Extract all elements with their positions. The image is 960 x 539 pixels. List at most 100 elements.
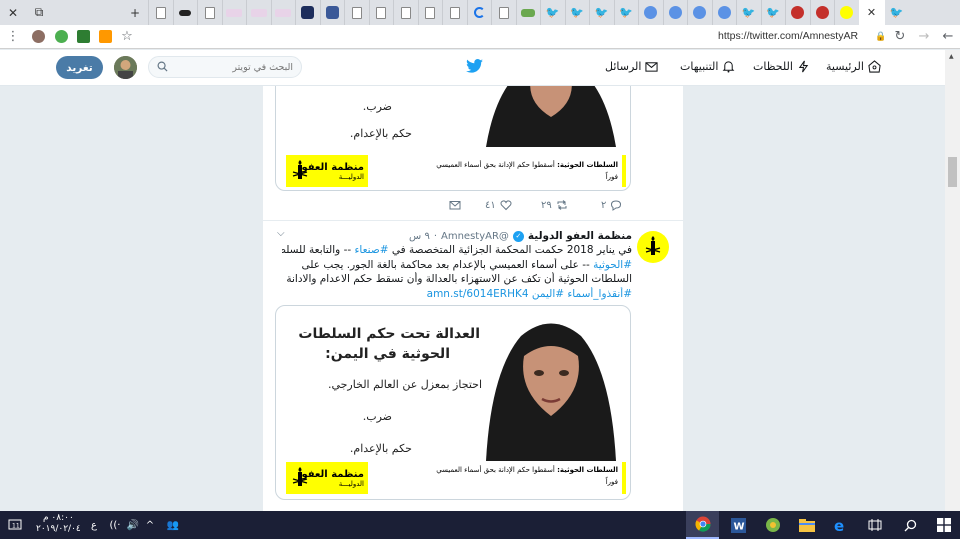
tab[interactable] bbox=[687, 0, 712, 25]
nav-home[interactable]: الرئيسية bbox=[826, 60, 881, 73]
tab[interactable] bbox=[319, 0, 345, 25]
volume-icon[interactable]: 🔊 bbox=[124, 511, 142, 539]
active-tab-close-button[interactable]: ✕ bbox=[858, 0, 885, 25]
tweet-media-card[interactable]: ضرب. حكم بالإعدام. منظمة العفو الدوليـــ… bbox=[275, 86, 631, 191]
scrollbar-thumb[interactable] bbox=[948, 157, 957, 187]
new-tab-button[interactable]: + bbox=[122, 0, 148, 25]
page-icon bbox=[498, 6, 509, 19]
tab[interactable] bbox=[344, 0, 369, 25]
notification-icon[interactable]: 11 bbox=[0, 511, 30, 539]
tab[interactable] bbox=[172, 0, 198, 25]
taskbar-explorer[interactable] bbox=[790, 511, 823, 539]
extension-icon[interactable] bbox=[72, 25, 94, 49]
hashtag-link[interactable]: #صنعاء bbox=[354, 244, 388, 256]
tweet-media-card[interactable]: العدالة تحت حكم السلطات الحوثية في اليمن… bbox=[275, 305, 631, 500]
menu-icon[interactable]: ⋮ bbox=[0, 25, 26, 49]
tab[interactable] bbox=[491, 0, 516, 25]
taskbar-app[interactable] bbox=[756, 511, 789, 539]
card-line-2: ضرب. bbox=[362, 410, 392, 423]
chevron-up-icon[interactable]: ^ bbox=[142, 511, 158, 539]
tweet-author-handle[interactable]: @AmnestyAR bbox=[441, 231, 509, 242]
page-icon bbox=[425, 6, 436, 19]
search-box[interactable] bbox=[148, 56, 302, 78]
back-icon[interactable]: ← bbox=[936, 25, 960, 49]
envelope-icon bbox=[449, 201, 461, 210]
taskbar-clock[interactable]: ٠٨:٠٠ م ٢٠١٩/٠٢/٠٤ bbox=[36, 513, 81, 535]
tab[interactable] bbox=[711, 0, 737, 25]
like-action[interactable]: ٤١ bbox=[485, 199, 512, 211]
nav-notifications[interactable]: التنبيهات bbox=[680, 60, 735, 73]
tab[interactable] bbox=[417, 0, 443, 25]
input-language[interactable]: ع bbox=[86, 511, 102, 539]
window-restore-button[interactable]: ⧉ bbox=[26, 0, 52, 25]
tab[interactable] bbox=[295, 0, 320, 25]
extension-icon[interactable] bbox=[50, 25, 72, 49]
tab[interactable]: 🐦 bbox=[736, 0, 761, 25]
tab[interactable]: 🐦 bbox=[564, 0, 590, 25]
windows-start-icon[interactable] bbox=[928, 511, 960, 539]
scroll-up-arrow-icon[interactable]: ▲ bbox=[949, 53, 954, 60]
tab[interactable] bbox=[834, 0, 859, 25]
tab[interactable] bbox=[785, 0, 810, 25]
tweet-author-name[interactable]: منظمة العفو الدولية bbox=[528, 230, 632, 242]
tab[interactable] bbox=[466, 0, 492, 25]
hashtag-link[interactable]: #أنقذوا_أسماء #اليمن amn.st/6014ERHK4 bbox=[427, 288, 632, 300]
nav-messages[interactable]: الرسائل bbox=[605, 60, 659, 73]
bookmark-star-icon[interactable]: ☆ bbox=[116, 25, 138, 49]
nav-moments[interactable]: اللحظات bbox=[753, 60, 810, 73]
active-tab[interactable]: 🐦 bbox=[885, 0, 910, 25]
alert-icon bbox=[815, 6, 829, 19]
message-action[interactable] bbox=[449, 199, 461, 211]
reload-icon[interactable]: ↻ bbox=[888, 25, 912, 49]
word-icon: W bbox=[731, 517, 746, 533]
tab[interactable] bbox=[515, 0, 541, 25]
taskbar-word[interactable]: W bbox=[722, 511, 755, 539]
extension-icon[interactable] bbox=[94, 25, 116, 49]
svg-text:W: W bbox=[734, 521, 745, 532]
woman-illustration bbox=[486, 323, 616, 461]
tweet-avatar[interactable] bbox=[637, 231, 669, 263]
tweet-button[interactable]: تغريد bbox=[56, 56, 103, 79]
taskbar-edge[interactable]: e bbox=[824, 511, 857, 539]
people-icon[interactable]: 👥 bbox=[164, 511, 182, 539]
nav-moments-label: اللحظات bbox=[753, 60, 793, 73]
avatar[interactable] bbox=[114, 56, 137, 79]
forward-icon[interactable]: → bbox=[912, 25, 936, 49]
tab[interactable] bbox=[638, 0, 663, 25]
wifi-icon[interactable]: ((· bbox=[106, 511, 124, 539]
nav-home-label: الرئيسية bbox=[826, 60, 864, 73]
browser-tab-strip: ✕ ⧉ + 🐦 🐦 🐦 🐦 🐦 🐦 ✕ 🐦 bbox=[0, 0, 960, 25]
twitter-logo-icon[interactable] bbox=[466, 59, 483, 76]
tab[interactable]: 🐦 bbox=[613, 0, 639, 25]
profile-avatar[interactable] bbox=[26, 25, 50, 49]
page-scrollbar[interactable]: ▲ bbox=[945, 50, 960, 511]
tab[interactable] bbox=[270, 0, 296, 25]
retweet-action[interactable]: ٢٩ bbox=[541, 199, 568, 211]
tweet-time[interactable]: ٩ س bbox=[409, 231, 430, 242]
url-text[interactable]: https://twitter.com/AmnestyAR bbox=[718, 30, 858, 42]
tab[interactable] bbox=[221, 0, 247, 25]
tab[interactable] bbox=[368, 0, 394, 25]
hashtag-link[interactable]: #الحوثية bbox=[593, 259, 632, 271]
tab[interactable] bbox=[197, 0, 222, 25]
reply-action[interactable]: ٢ bbox=[601, 199, 622, 211]
tab[interactable] bbox=[393, 0, 418, 25]
search-input[interactable] bbox=[163, 57, 293, 77]
tab[interactable] bbox=[246, 0, 271, 25]
tweet-line: السلطات الحوثية أن تكف عن الاستهزاء بالع… bbox=[286, 273, 632, 285]
un-icon bbox=[668, 6, 682, 19]
taskbar-chrome[interactable] bbox=[686, 511, 719, 539]
tab[interactable] bbox=[442, 0, 467, 25]
task-view-icon[interactable] bbox=[860, 511, 890, 539]
tab[interactable]: 🐦 bbox=[589, 0, 614, 25]
tab[interactable]: 🐦 bbox=[540, 0, 565, 25]
tab[interactable] bbox=[662, 0, 688, 25]
windows-taskbar: 11 ع ((· 🔊 ^ 👥 W e bbox=[0, 511, 960, 539]
search-icon[interactable] bbox=[895, 511, 925, 539]
tab[interactable] bbox=[809, 0, 835, 25]
window-close-button[interactable]: ✕ bbox=[0, 0, 26, 25]
chevron-down-icon[interactable]: ⌵ bbox=[277, 228, 285, 239]
tweet-line: في يناير 2018 حكمت المحكمة الجزائية المت… bbox=[282, 244, 632, 256]
tab[interactable]: 🐦 bbox=[760, 0, 786, 25]
tab[interactable] bbox=[148, 0, 173, 25]
